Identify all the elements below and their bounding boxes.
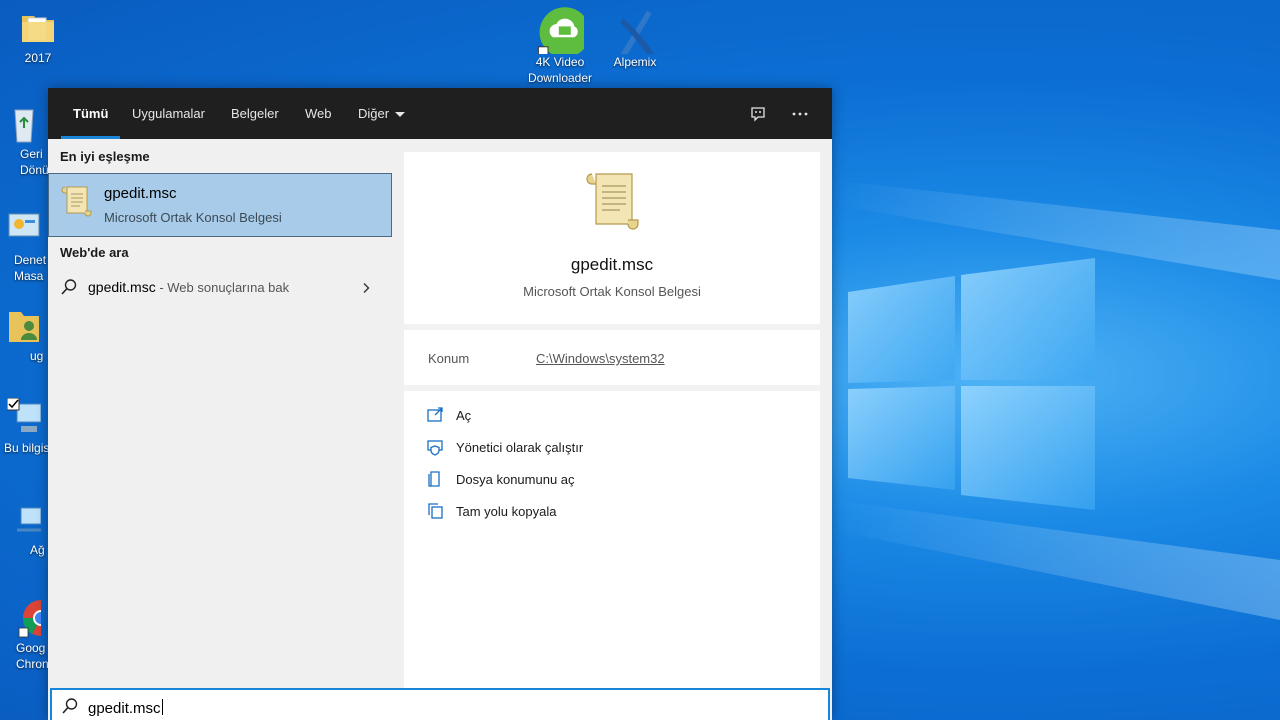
tab-web[interactable]: Web xyxy=(305,88,332,139)
action-label: Yönetici olarak çalıştır xyxy=(456,440,584,455)
location-link[interactable]: C:\Windows\system32 xyxy=(536,351,665,366)
recycle-bin-icon xyxy=(14,109,34,143)
text-cursor xyxy=(161,699,163,715)
shield-icon xyxy=(427,440,443,456)
result-type: Microsoft Ortak Konsol Belgesi xyxy=(104,210,282,225)
desktop-icon-alpemix[interactable]: Alpemix xyxy=(597,6,673,70)
network-icon xyxy=(17,507,41,532)
best-match-heading: En iyi eşleşme xyxy=(60,149,150,164)
desktop-icon-control-panel[interactable]: Denet Masa xyxy=(0,210,48,284)
divider xyxy=(404,385,820,391)
desktop-icon-google-chrome[interactable]: Goog Chron xyxy=(0,598,48,672)
desktop-icon-folder-2017[interactable]: 2017 xyxy=(0,8,76,66)
search-icon xyxy=(62,698,78,714)
preview-title: gpedit.msc xyxy=(570,255,654,274)
tab-label: Diğer xyxy=(358,106,390,121)
preview-type: Microsoft Ortak Konsol Belgesi xyxy=(523,284,701,299)
more-options-button[interactable] xyxy=(786,100,814,128)
chevron-down-icon xyxy=(395,112,406,118)
feedback-icon xyxy=(751,107,765,122)
desktop-icon-label: 4K Video Downloader xyxy=(527,55,593,85)
desktop-icon-label: 2017 xyxy=(24,51,52,65)
divider xyxy=(404,324,820,330)
search-scope-bar: Tümü Uygulamalar Belgeler Web Diğer xyxy=(48,88,832,139)
scroll-document-icon xyxy=(61,186,92,217)
action-copy-full-path[interactable]: Tam yolu kopyala xyxy=(426,500,726,524)
copy-icon xyxy=(428,503,443,519)
action-label: Dosya konumunu aç xyxy=(456,472,575,487)
ellipsis-icon xyxy=(792,112,808,116)
desktop-icon-user-folder[interactable]: ug xyxy=(0,306,48,364)
web-search-heading: Web'de ara xyxy=(60,245,129,260)
file-location-icon xyxy=(428,471,440,487)
feedback-button[interactable] xyxy=(744,100,772,128)
web-result-text: gpedit.msc - Web sonuçlarına bak xyxy=(88,279,289,295)
search-input-value: gpedit.msc xyxy=(88,700,161,717)
desktop-icon-label: ug xyxy=(30,349,44,363)
tab-documents[interactable]: Belgeler xyxy=(231,88,279,139)
tab-all[interactable]: Tümü xyxy=(60,88,121,139)
desktop-icon-label: Denet Masa xyxy=(14,253,47,283)
desktop-icon-recycle-bin[interactable]: Geri Dönüş xyxy=(0,104,48,178)
alpemix-icon xyxy=(620,10,655,54)
tab-label: Belgeler xyxy=(231,106,279,121)
user-folder-icon xyxy=(9,312,39,342)
tab-label: Tümü xyxy=(73,106,109,121)
tab-more[interactable]: Diğer xyxy=(358,88,406,139)
web-search-result[interactable]: gpedit.msc - Web sonuçlarına bak xyxy=(48,270,392,304)
tab-label: Uygulamalar xyxy=(132,106,205,121)
search-icon xyxy=(61,279,77,295)
desktop-icon-label: Geri Dönüş xyxy=(20,147,48,177)
desktop-icon-label: Alpemix xyxy=(613,55,657,69)
desktop-icon-this-pc[interactable]: Bu bilgis xyxy=(0,398,48,456)
result-name: gpedit.msc xyxy=(104,185,177,202)
start-search-panel: Tümü Uygulamalar Belgeler Web Diğer En i… xyxy=(48,88,832,720)
best-match-result[interactable]: gpedit.msc Microsoft Ortak Konsol Belges… xyxy=(48,173,392,237)
action-open-file-location[interactable]: Dosya konumunu aç xyxy=(426,468,726,492)
web-result-hint: - Web sonuçlarına bak xyxy=(155,280,290,295)
results-list: En iyi eşleşme gpedit.msc Microsoft Orta… xyxy=(48,139,404,688)
chevron-right-icon xyxy=(363,283,370,293)
4k-video-downloader-icon xyxy=(537,7,584,54)
scroll-document-large-icon xyxy=(586,173,639,230)
search-input[interactable]: gpedit.msc xyxy=(88,699,163,717)
tab-apps[interactable]: Uygulamalar xyxy=(132,88,205,139)
desktop-icon-label: Bu bilgis xyxy=(4,441,48,455)
web-result-query: gpedit.msc xyxy=(88,279,156,295)
tab-label: Web xyxy=(305,106,332,121)
desktop-icon-label: Ağ xyxy=(30,543,45,557)
control-panel-icon xyxy=(8,213,40,237)
folder-icon xyxy=(22,16,54,42)
open-window-icon xyxy=(427,407,443,422)
desktop-icon-label: Goog Chron xyxy=(16,641,48,671)
desktop-icon-4k-video-downloader[interactable]: 4K Video Downloader xyxy=(522,6,598,86)
result-preview-pane: gpedit.msc Microsoft Ortak Konsol Belges… xyxy=(404,152,820,688)
location-label: Konum xyxy=(428,351,470,366)
taskbar-search-box[interactable]: gpedit.msc xyxy=(50,688,830,720)
action-open[interactable]: Aç xyxy=(426,404,726,428)
chrome-icon xyxy=(18,600,41,638)
action-label: Aç xyxy=(456,408,472,423)
action-run-as-admin[interactable]: Yönetici olarak çalıştır xyxy=(426,436,726,460)
action-label: Tam yolu kopyala xyxy=(456,504,557,519)
computer-icon xyxy=(7,398,41,432)
desktop-icon-network[interactable]: Ağ xyxy=(0,500,48,558)
